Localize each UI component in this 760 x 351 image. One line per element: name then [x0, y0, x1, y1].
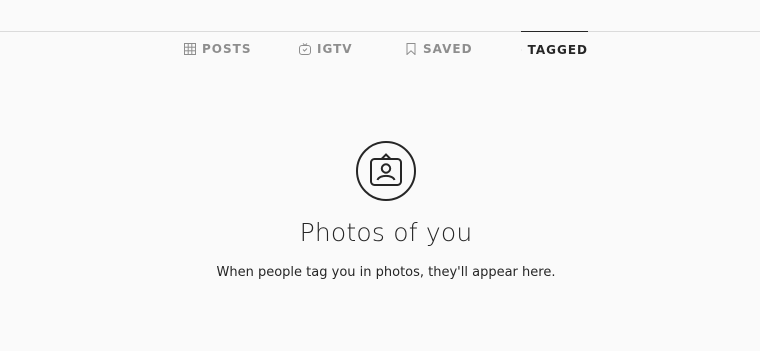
- empty-state-subtitle: When people tag you in photos, they'll a…: [216, 265, 556, 280]
- tagged-icon: [521, 49, 522, 50]
- bookmark-icon: [406, 43, 416, 55]
- tab-posts[interactable]: POSTS: [184, 31, 251, 67]
- tab-posts-label: POSTS: [202, 42, 252, 56]
- tagged-user-icon: [356, 141, 416, 201]
- tab-igtv-label: IGTV: [317, 42, 353, 56]
- tab-saved[interactable]: SAVED: [405, 31, 473, 67]
- igtv-icon: [299, 43, 311, 55]
- grid-icon: [184, 43, 196, 55]
- tab-tagged-label: TAGGED: [527, 42, 588, 57]
- tab-igtv[interactable]: IGTV: [299, 31, 353, 67]
- tab-saved-label: SAVED: [423, 42, 473, 56]
- profile-tabs-divider: [0, 31, 760, 32]
- tab-tagged[interactable]: TAGGED: [521, 31, 588, 67]
- empty-state-title: Photos of you: [299, 218, 473, 247]
